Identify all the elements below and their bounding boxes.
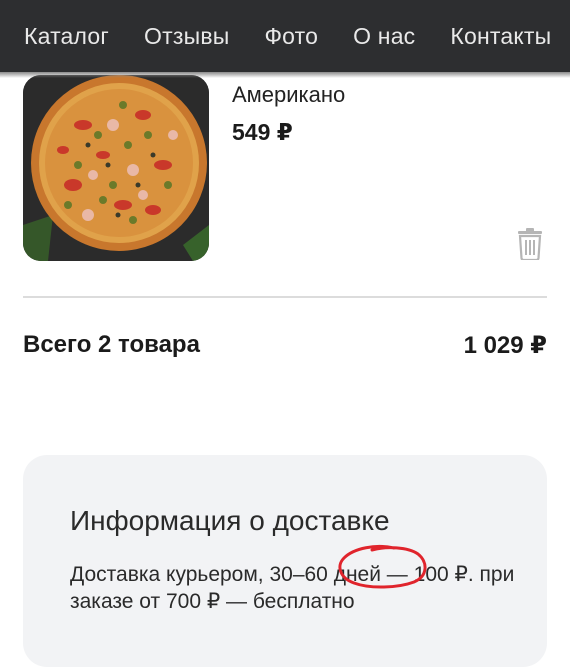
total-label: Всего 2 товара [23,331,200,358]
nav-item-photo[interactable]: Фото [264,23,318,50]
total-value: 1 029 ₽ [463,332,547,359]
delivery-text-part: Доставка курьером, 30–60 [70,563,334,586]
product-price: 549 ₽ [232,119,293,145]
pizza-photo [23,75,209,261]
divider [23,296,547,298]
delivery-text: Доставка курьером, 30–60 дней — 100 ₽. п… [70,561,530,615]
delivery-text-highlight: дней [333,563,381,586]
delivery-title: Информация о доставке [70,505,390,536]
product-image[interactable] [23,75,209,261]
nav-item-about[interactable]: О нас [353,23,415,50]
nav-item-reviews[interactable]: Отзывы [144,23,229,50]
nav-item-catalog[interactable]: Каталог [24,23,109,50]
top-navigation: Каталог Отзывы Фото О нас Контакты [0,0,570,72]
nav-shadow [0,72,570,78]
trash-icon[interactable] [517,228,543,262]
nav-item-contacts[interactable]: Контакты [450,23,551,50]
cart-page: Каталог Отзывы Фото О нас Контакты Амери… [0,0,570,671]
product-name: Американо [232,82,346,107]
delivery-info-card: Информация о доставке Доставка курьером,… [23,455,547,667]
